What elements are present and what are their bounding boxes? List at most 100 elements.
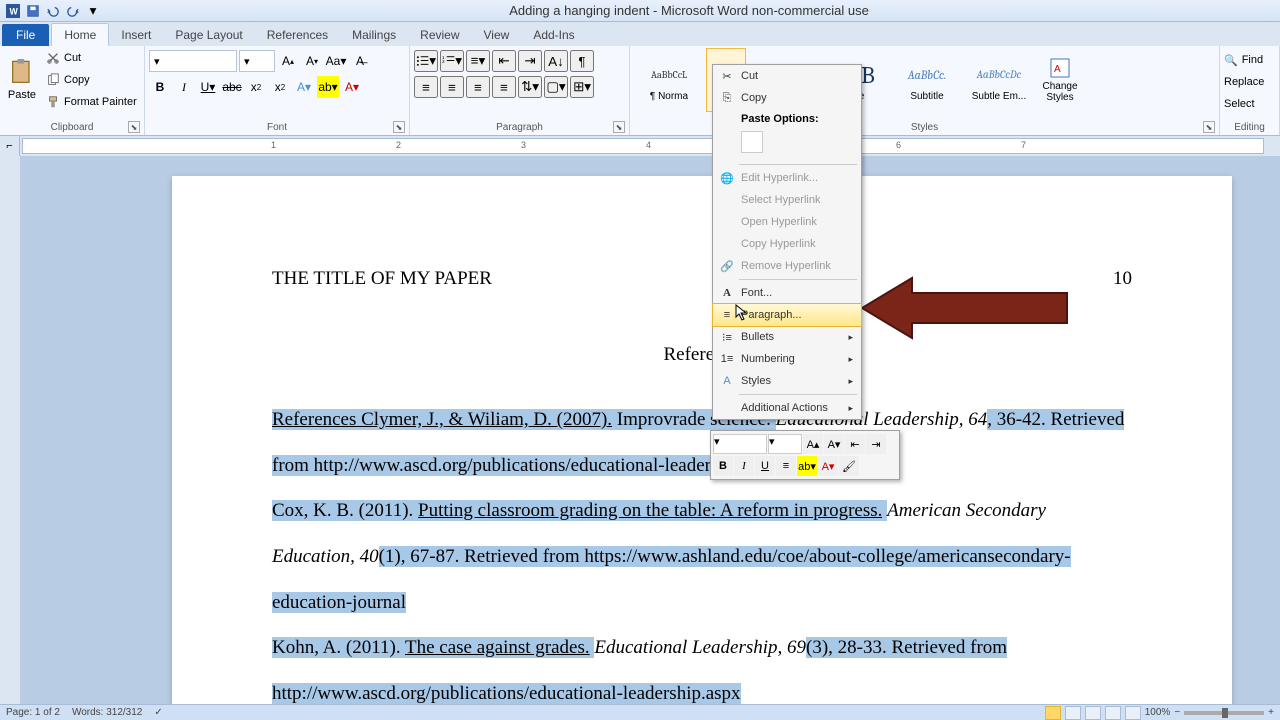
borders-button[interactable]: ⊞▾ <box>570 76 594 98</box>
bold-button[interactable]: B <box>149 76 171 98</box>
save-icon[interactable] <box>24 2 42 20</box>
undo-icon[interactable] <box>44 2 62 20</box>
mini-increase-indent[interactable]: ⇥ <box>866 434 886 454</box>
tab-view[interactable]: View <box>472 24 522 46</box>
styles-launcher[interactable]: ⬊ <box>1203 121 1215 133</box>
style-normal[interactable]: AaBbCcL¶ Norma <box>634 48 704 112</box>
tab-insert[interactable]: Insert <box>109 24 163 46</box>
copy-button[interactable]: Copy <box>46 70 137 90</box>
clear-formatting-button[interactable]: A̶ <box>349 50 371 72</box>
paste-button[interactable]: Paste <box>4 48 40 112</box>
subscript-button[interactable]: x2 <box>245 76 267 98</box>
mini-font-combo[interactable]: ▾ <box>713 434 767 454</box>
horizontal-ruler[interactable]: 1 2 3 4 5 6 7 <box>22 138 1264 154</box>
superscript-button[interactable]: x2 <box>269 76 291 98</box>
select-button[interactable]: Select <box>1224 94 1275 114</box>
text-effects-button[interactable]: A▾ <box>293 76 315 98</box>
view-web-layout[interactable] <box>1085 706 1101 720</box>
mini-highlight[interactable]: ab▾ <box>797 456 817 476</box>
mini-size-combo[interactable]: ▾ <box>768 434 802 454</box>
zoom-in[interactable]: + <box>1268 707 1274 718</box>
shrink-font-button[interactable]: A▾ <box>301 50 323 72</box>
font-size-combo[interactable]: ▾ <box>239 50 275 72</box>
show-hide-button[interactable]: ¶ <box>570 50 594 72</box>
ctx-copy[interactable]: ⎘Copy <box>713 87 861 109</box>
mini-underline[interactable]: U <box>755 456 775 476</box>
page[interactable]: THE TITLE OF MY PAPER 10 Reference Refer… <box>172 176 1232 704</box>
view-outline[interactable] <box>1105 706 1121 720</box>
status-page[interactable]: Page: 1 of 2 <box>6 707 60 718</box>
mini-bold[interactable]: B <box>713 456 733 476</box>
tab-file[interactable]: File <box>2 24 49 46</box>
strikethrough-button[interactable]: abc <box>221 76 243 98</box>
cut-button[interactable]: Cut <box>46 48 137 68</box>
justify-button[interactable]: ≡ <box>492 76 516 98</box>
align-left-button[interactable]: ≡ <box>414 76 438 98</box>
numbering-button[interactable]: 12▾ <box>440 50 464 72</box>
replace-button[interactable]: Replace <box>1224 72 1275 92</box>
view-print-layout[interactable] <box>1045 706 1061 720</box>
ctx-font[interactable]: AFont... <box>713 282 861 304</box>
tab-mailings[interactable]: Mailings <box>340 24 408 46</box>
increase-indent-button[interactable]: ⇥ <box>518 50 542 72</box>
numbering-icon: 1≡ <box>719 351 735 367</box>
mini-italic[interactable]: I <box>734 456 754 476</box>
multilevel-list-button[interactable]: ≡▾ <box>466 50 490 72</box>
tab-review[interactable]: Review <box>408 24 471 46</box>
ctx-numbering[interactable]: 1≡Numbering▸ <box>713 348 861 370</box>
change-styles-button[interactable]: AChange Styles <box>1036 48 1084 112</box>
mini-grow-font[interactable]: A▴ <box>803 434 823 454</box>
font-launcher[interactable]: ⬊ <box>393 121 405 133</box>
mini-font-color[interactable]: A▾ <box>818 456 838 476</box>
view-draft[interactable] <box>1125 706 1141 720</box>
shading-button[interactable]: ▢▾ <box>544 76 568 98</box>
ruler-toggle[interactable]: ⌐ <box>0 136 20 156</box>
italic-button[interactable]: I <box>173 76 195 98</box>
ctx-bullets[interactable]: ⁝≡Bullets▸ <box>713 326 861 348</box>
underline-button[interactable]: U▾ <box>197 76 219 98</box>
status-words[interactable]: Words: 312/312 <box>72 707 142 718</box>
align-center-button[interactable]: ≡ <box>440 76 464 98</box>
paragraph-launcher[interactable]: ⬊ <box>613 121 625 133</box>
grow-font-button[interactable]: A▴ <box>277 50 299 72</box>
clipboard-launcher[interactable]: ⬊ <box>128 121 140 133</box>
mini-format-painter[interactable]: 🖌 <box>839 456 859 476</box>
find-button[interactable]: 🔍Find <box>1224 50 1275 70</box>
ctx-select-hyperlink[interactable]: Select Hyperlink <box>713 189 861 211</box>
font-color-button[interactable]: A▾ <box>341 76 363 98</box>
ctx-edit-hyperlink[interactable]: 🌐Edit Hyperlink... <box>713 167 861 189</box>
style-subtitle[interactable]: AaBbCc.Subtitle <box>892 48 962 112</box>
change-case-button[interactable]: Aa▾ <box>325 50 347 72</box>
style-subtle-em[interactable]: AaBbCcDcSubtle Em... <box>964 48 1034 112</box>
view-full-screen[interactable] <box>1065 706 1081 720</box>
zoom-level[interactable]: 100% <box>1145 707 1171 718</box>
qat-dropdown-icon[interactable]: ▾ <box>84 2 102 20</box>
ctx-paste-keep-source[interactable] <box>741 131 763 153</box>
tab-home[interactable]: Home <box>51 23 109 46</box>
zoom-slider[interactable] <box>1184 711 1264 715</box>
sort-button[interactable]: A↓ <box>544 50 568 72</box>
tab-addins[interactable]: Add-Ins <box>521 24 586 46</box>
ctx-remove-hyperlink[interactable]: 🔗Remove Hyperlink <box>713 255 861 277</box>
bullets-button[interactable]: ▾ <box>414 50 438 72</box>
status-proofing-icon[interactable]: ✓ <box>154 707 162 718</box>
line-spacing-button[interactable]: ⇅▾ <box>518 76 542 98</box>
ctx-additional-actions[interactable]: Additional Actions▸ <box>713 397 861 419</box>
font-name-combo[interactable]: ▾ <box>149 50 237 72</box>
ctx-styles[interactable]: AStyles▸ <box>713 370 861 392</box>
ctx-open-hyperlink[interactable]: Open Hyperlink <box>713 211 861 233</box>
decrease-indent-button[interactable]: ⇤ <box>492 50 516 72</box>
word-icon[interactable]: W <box>4 2 22 20</box>
mini-center[interactable]: ≡ <box>776 456 796 476</box>
tab-references[interactable]: References <box>255 24 340 46</box>
align-right-button[interactable]: ≡ <box>466 76 490 98</box>
zoom-out[interactable]: − <box>1174 707 1180 718</box>
highlight-button[interactable]: ab▾ <box>317 76 339 98</box>
tab-page-layout[interactable]: Page Layout <box>163 24 254 46</box>
mini-shrink-font[interactable]: A▾ <box>824 434 844 454</box>
mini-decrease-indent[interactable]: ⇤ <box>845 434 865 454</box>
ctx-copy-hyperlink[interactable]: Copy Hyperlink <box>713 233 861 255</box>
format-painter-button[interactable]: Format Painter <box>46 92 137 112</box>
ctx-cut[interactable]: ✂Cut <box>713 65 861 87</box>
redo-icon[interactable] <box>64 2 82 20</box>
